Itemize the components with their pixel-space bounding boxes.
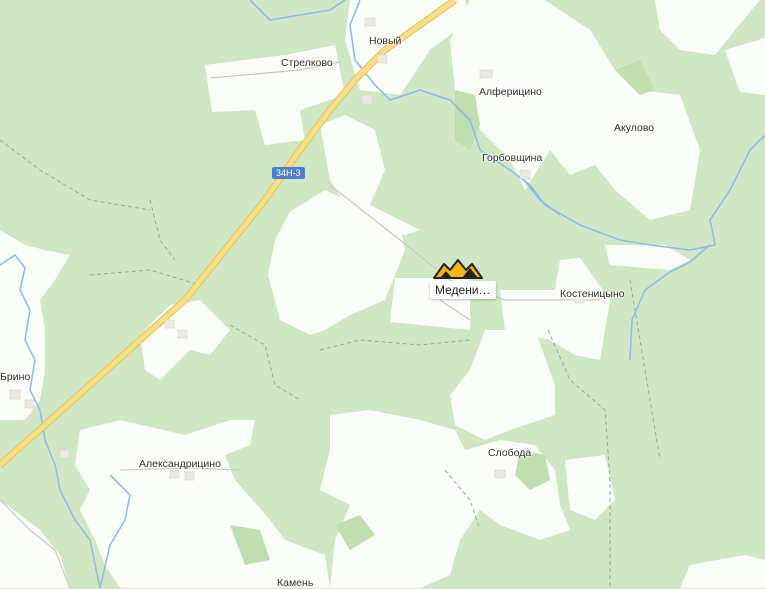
place-label-sloboda[interactable]: Слобода xyxy=(488,447,531,459)
place-label-gorbovshchina[interactable]: Горбовщина xyxy=(482,152,542,164)
poi-label[interactable]: Медени… xyxy=(430,281,496,299)
place-label-akulovo[interactable]: Акулово xyxy=(614,122,654,134)
place-label-kamen[interactable]: Камень xyxy=(277,577,313,589)
place-label-aleksandricino[interactable]: Александрицино xyxy=(139,458,221,470)
quarry-icon[interactable] xyxy=(432,258,484,282)
place-label-kostenitsyno[interactable]: Костеницыно xyxy=(560,288,625,300)
map-canvas[interactable] xyxy=(0,0,765,588)
place-label-noviy[interactable]: Новый xyxy=(369,35,401,47)
place-label-brino[interactable]: Брино xyxy=(0,371,30,383)
place-label-strelkovo[interactable]: Стрелково xyxy=(281,57,333,69)
place-label-alfericino[interactable]: Алферицино xyxy=(479,86,542,98)
road-number-badge: 34Н-3 xyxy=(272,167,305,179)
